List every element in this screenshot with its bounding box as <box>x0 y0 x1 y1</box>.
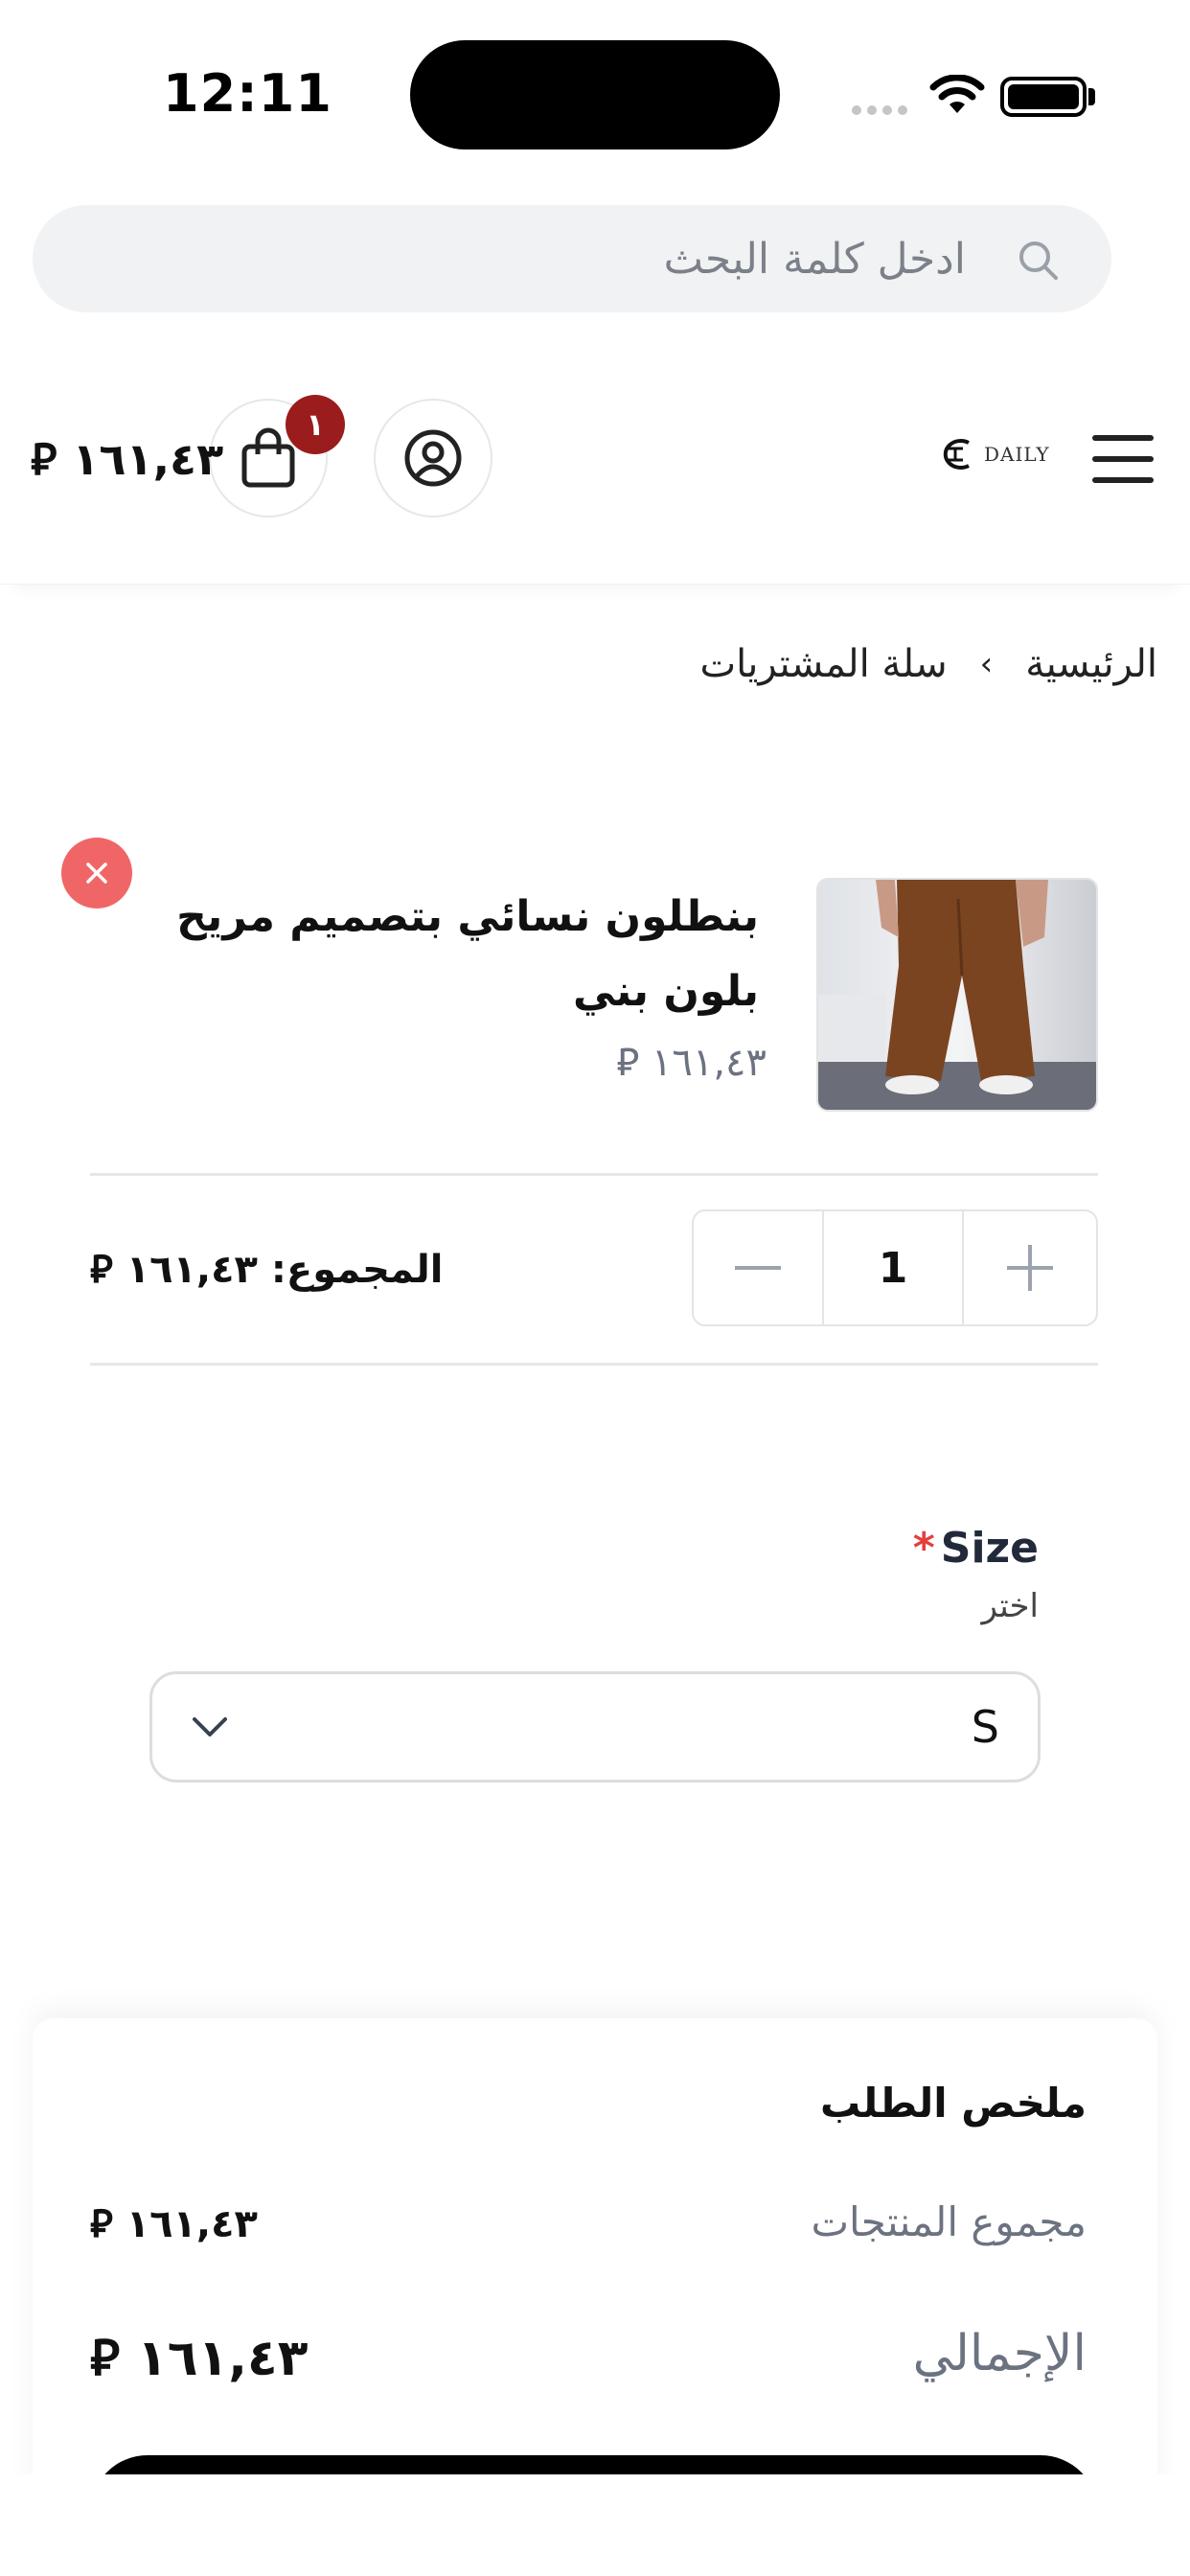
hamburger-menu-icon[interactable] <box>1092 433 1154 485</box>
wifi-icon <box>929 75 985 113</box>
logo-mark-icon <box>943 439 970 470</box>
dynamic-island <box>410 40 780 150</box>
breadcrumb-home[interactable]: الرئيسية <box>1025 642 1157 686</box>
brand-logo[interactable]: DAILY <box>934 433 1050 475</box>
size-option-label: * Size <box>913 1524 1039 1573</box>
increase-quantity-button[interactable] <box>964 1211 1096 1324</box>
quantity-value[interactable]: 1 <box>824 1211 964 1324</box>
product-image[interactable] <box>816 878 1098 1112</box>
cart-count-badge: ١ <box>286 395 345 454</box>
required-mark: * <box>912 1524 935 1573</box>
size-label-text: Size <box>940 1524 1039 1573</box>
close-icon <box>86 862 107 884</box>
order-summary-title: ملخص الطلب <box>819 2080 1087 2127</box>
signal-icon <box>852 105 907 115</box>
user-icon <box>404 429 462 487</box>
size-selected-value: S <box>971 1701 999 1753</box>
account-button[interactable] <box>374 399 492 518</box>
chevron-down-icon <box>193 1717 227 1736</box>
product-price: ١٦١,٤٣ ⃁ <box>616 1041 767 1085</box>
total-value: ١٦١,٤٣ ⃁ <box>90 2330 309 2387</box>
minus-icon <box>735 1266 781 1270</box>
breadcrumb: الرئيسية › سلة المشتريات <box>699 642 1157 686</box>
size-select[interactable]: S <box>149 1671 1041 1782</box>
subtotal-value: ١٦١,٤٣ ⃁ <box>90 2202 258 2246</box>
search-input[interactable]: ادخل كلمة البحث <box>33 205 1111 312</box>
battery-icon <box>1000 77 1087 117</box>
decrease-quantity-button[interactable] <box>694 1211 824 1324</box>
divider <box>90 1173 1098 1176</box>
battery-cap <box>1088 88 1095 105</box>
divider <box>90 1363 1098 1366</box>
product-title[interactable]: بنطلون نسائي بتصميم مريح بلون بني <box>107 880 759 1029</box>
breadcrumb-current: سلة المشتريات <box>699 642 948 686</box>
header-cart-total: ١٦١,٤٣ ⃁ <box>31 433 224 485</box>
size-hint: اختر <box>981 1587 1039 1625</box>
logo-text: DAILY <box>984 443 1050 466</box>
search-placeholder: ادخل كلمة البحث <box>663 234 966 284</box>
line-total: المجموع: ١٦١,٤٣ ⃁ <box>90 1248 444 1292</box>
plus-icon <box>1007 1245 1053 1291</box>
subtotal-label: مجموع المنتجات <box>811 2198 1087 2245</box>
status-time: 12:11 <box>163 63 332 124</box>
total-label: الإجمالي <box>912 2325 1087 2382</box>
search-icon <box>1019 242 1058 280</box>
bottom-area <box>0 2474 1190 2576</box>
quantity-stepper: 1 <box>692 1209 1098 1326</box>
breadcrumb-separator: › <box>979 645 994 683</box>
